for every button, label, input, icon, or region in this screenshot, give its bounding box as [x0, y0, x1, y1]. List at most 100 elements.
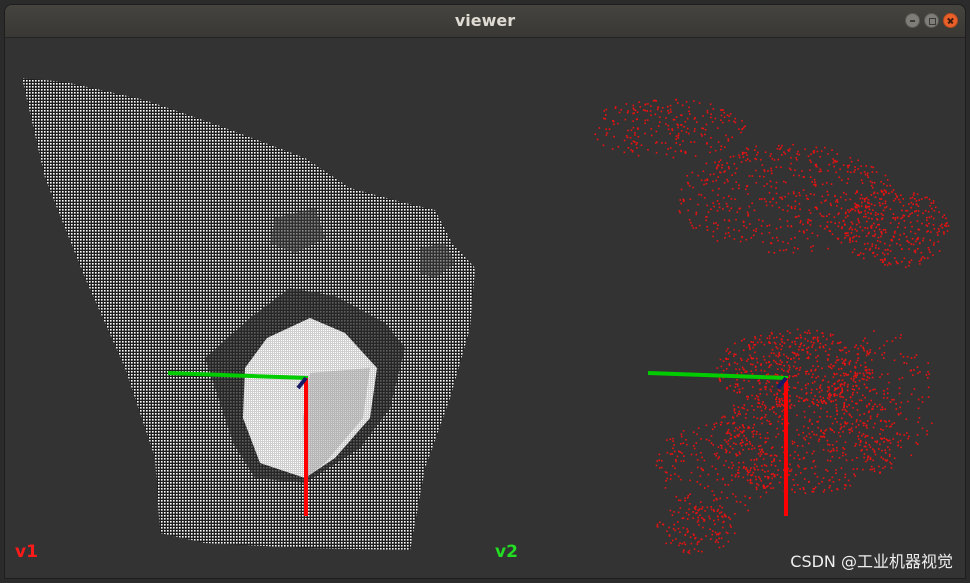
- cloud-point: [869, 180, 872, 183]
- cloud-point: [743, 427, 745, 429]
- cloud-point: [725, 202, 728, 205]
- cloud-point: [686, 443, 688, 446]
- cloud-point: [726, 178, 728, 181]
- cloud-point: [880, 231, 882, 233]
- cloud-point: [725, 531, 728, 534]
- cloud-point: [759, 437, 762, 439]
- minimize-icon[interactable]: [905, 13, 920, 28]
- cloud-point: [757, 151, 759, 154]
- cloud-point: [874, 255, 876, 258]
- cloud-point: [637, 136, 640, 138]
- cloud-point: [689, 479, 691, 482]
- cloud-point: [863, 378, 865, 381]
- cloud-point: [874, 422, 876, 425]
- cloud-point: [897, 444, 899, 447]
- cloud-point: [829, 485, 831, 487]
- cloud-point: [927, 362, 929, 364]
- title-bar[interactable]: viewer: [5, 5, 965, 38]
- cloud-point: [765, 382, 768, 385]
- cloud-point: [777, 420, 780, 423]
- cloud-point: [738, 433, 741, 436]
- viewport-v2[interactable]: v2 CSDN @工业机器视觉: [485, 38, 965, 578]
- cloud-point: [675, 495, 678, 498]
- cloud-point: [751, 405, 753, 407]
- cloud-point: [693, 100, 695, 102]
- cloud-point: [742, 368, 745, 370]
- cloud-point: [868, 217, 870, 220]
- cloud-point: [781, 361, 783, 363]
- cloud-point: [843, 191, 845, 194]
- cloud-point: [826, 411, 828, 413]
- cloud-point: [862, 468, 864, 471]
- cloud-point: [738, 466, 740, 469]
- cloud-point: [741, 153, 744, 155]
- cloud-point: [770, 473, 773, 476]
- cloud-point: [818, 482, 820, 485]
- cloud-point: [842, 220, 845, 222]
- cloud-point: [836, 413, 838, 416]
- cloud-point: [861, 201, 863, 204]
- cloud-point: [855, 376, 857, 378]
- cloud-point: [753, 416, 755, 418]
- cloud-point: [866, 435, 869, 437]
- cloud-point: [876, 253, 879, 256]
- cloud-point: [731, 474, 733, 476]
- cloud-point: [803, 425, 805, 428]
- cloud-point: [744, 504, 746, 506]
- cloud-point: [806, 399, 809, 401]
- cloud-point: [902, 214, 905, 217]
- cloud-point: [686, 117, 689, 120]
- cloud-point: [733, 228, 735, 231]
- cloud-point: [852, 391, 854, 394]
- cloud-point: [768, 341, 771, 344]
- cloud-point: [787, 242, 789, 245]
- cloud-point: [734, 495, 737, 498]
- cloud-point: [672, 465, 674, 467]
- cloud-point: [732, 464, 735, 467]
- cloud-point: [675, 538, 677, 540]
- cloud-point: [857, 210, 860, 213]
- cloud-point: [692, 445, 695, 447]
- cloud-point: [766, 475, 769, 478]
- viewport-v1[interactable]: v1: [5, 38, 485, 578]
- cloud-point: [738, 229, 740, 232]
- cloud-point: [883, 437, 886, 439]
- cloud-point: [720, 145, 723, 147]
- cloud-point: [872, 209, 874, 211]
- cloud-point: [863, 413, 866, 415]
- cloud-point: [875, 244, 877, 247]
- cloud-point: [868, 410, 870, 413]
- cloud-point: [809, 159, 811, 162]
- cloud-point: [793, 457, 796, 460]
- cloud-point: [834, 373, 836, 376]
- cloud-point: [854, 445, 856, 447]
- cloud-point: [688, 106, 690, 109]
- cloud-point: [754, 336, 756, 338]
- cloud-point: [696, 121, 698, 123]
- cloud-point: [801, 349, 803, 351]
- cloud-point: [826, 397, 829, 399]
- cloud-point: [780, 398, 783, 400]
- cloud-point: [892, 217, 894, 219]
- cloud-point: [837, 342, 839, 344]
- cloud-point: [833, 389, 836, 392]
- cloud-point: [725, 357, 727, 360]
- cloud-point: [799, 221, 801, 224]
- cloud-point: [779, 343, 781, 346]
- cloud-point: [647, 103, 649, 105]
- cloud-point: [834, 222, 836, 225]
- cloud-point: [736, 379, 738, 381]
- cloud-point: [831, 429, 833, 431]
- cloud-point: [817, 420, 819, 423]
- cloud-point: [841, 409, 844, 411]
- cloud-point: [869, 468, 872, 471]
- cloud-point: [807, 222, 809, 224]
- cloud-point: [688, 132, 690, 135]
- cloud-point: [782, 209, 784, 211]
- close-icon[interactable]: [943, 13, 958, 28]
- cloud-point: [849, 360, 852, 362]
- cloud-point: [812, 373, 814, 376]
- cloud-point: [892, 438, 895, 440]
- maximize-icon[interactable]: [924, 13, 939, 28]
- cloud-point: [717, 541, 719, 544]
